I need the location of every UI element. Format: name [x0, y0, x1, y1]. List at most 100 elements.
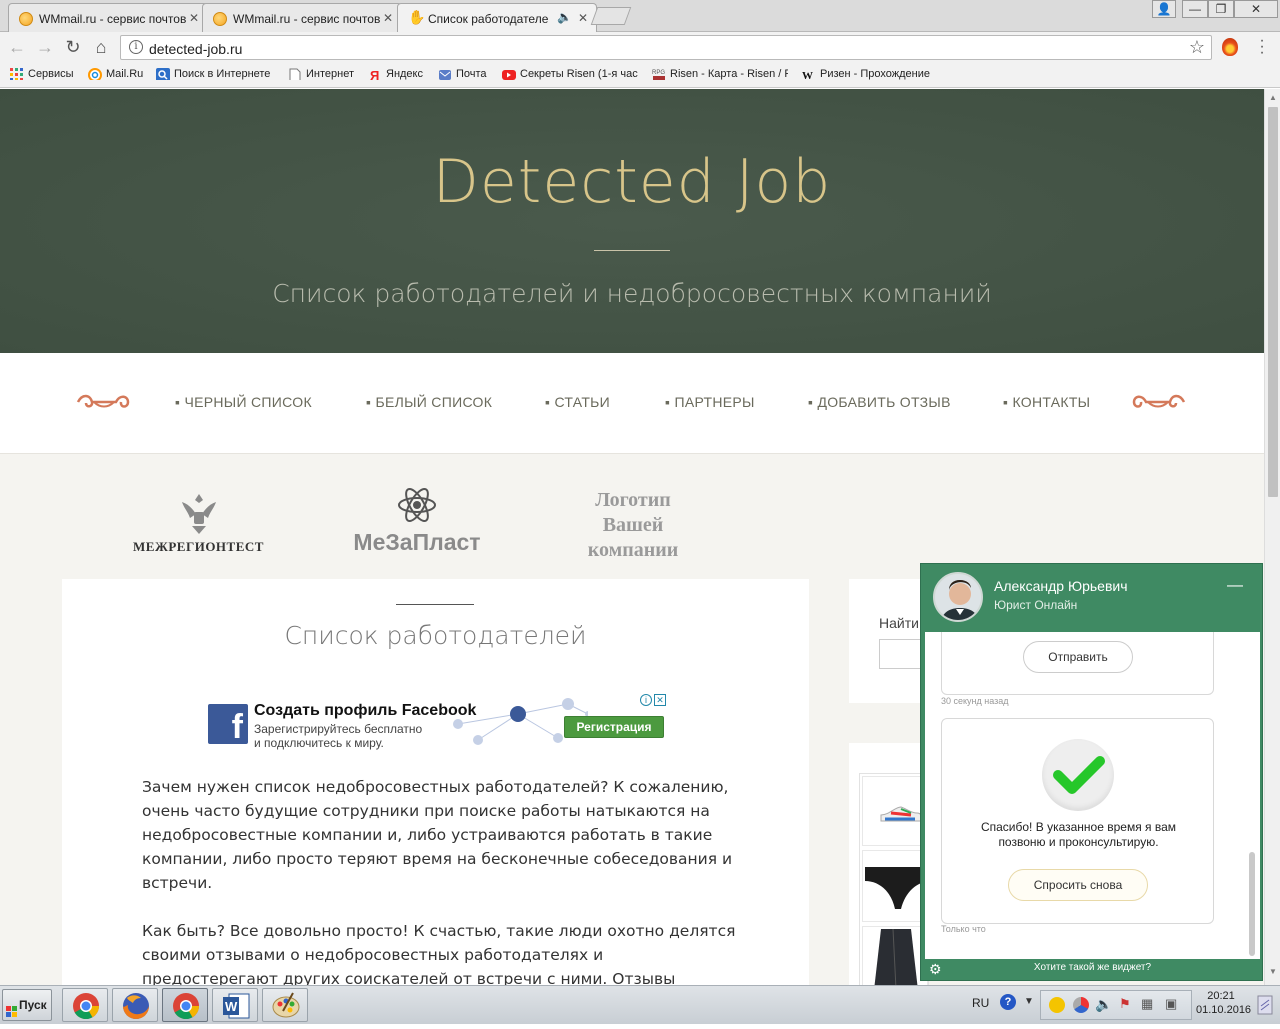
chrome-taskbar-button[interactable]	[62, 988, 108, 1022]
paint-taskbar-button[interactable]	[262, 988, 308, 1022]
tray-expand-icon[interactable]: ▼	[1024, 996, 1034, 1007]
extension-flame-icon[interactable]	[1222, 38, 1238, 56]
home-icon[interactable]: ⌂	[90, 36, 112, 58]
nav-articles[interactable]: ▪ СТАТЬИ	[545, 394, 610, 410]
help-icon[interactable]: ?	[1000, 994, 1016, 1010]
content-card: Список работодателей f Создать профиль F…	[62, 579, 809, 985]
ad-products	[859, 773, 929, 985]
bookmark-internet[interactable]: Интернет	[288, 68, 358, 80]
chrome-icon	[73, 993, 100, 1020]
ad-close-icon[interactable]: ✕	[654, 694, 666, 706]
nav-white-list[interactable]: ▪ БЕЛЫЙ СПИСОК	[366, 394, 492, 410]
scroll-down-icon[interactable]: ▼	[1269, 967, 1277, 976]
bookmark-services[interactable]: Сервисы	[10, 68, 80, 80]
page-icon	[288, 68, 302, 80]
word-taskbar-button[interactable]: W	[212, 988, 258, 1022]
partner-name: МеЗаПласт	[353, 529, 481, 555]
apps-grid-icon	[10, 68, 24, 80]
mailru-icon	[88, 68, 102, 80]
ask-again-button[interactable]: Спросить снова	[1008, 869, 1148, 901]
window-close-icon[interactable]: ✕	[1234, 0, 1278, 18]
mail-icon	[438, 68, 452, 80]
language-indicator[interactable]: RU	[972, 996, 989, 1010]
network-icon[interactable]: ▦	[1141, 996, 1153, 1012]
clock[interactable]: 20:21 01.10.2016	[1196, 989, 1251, 1017]
bookmark-risen-walkthrough[interactable]: W Ризен - Прохождение	[802, 68, 938, 80]
svg-text:W: W	[802, 70, 813, 80]
nav-black-list[interactable]: ▪ ЧЕРНЫЙ СПИСОК	[175, 394, 312, 410]
bookmark-search[interactable]: Поиск в Интернете	[156, 68, 278, 80]
nav-add-review[interactable]: ▪ ДОБАВИТЬ ОТЗЫВ	[808, 394, 951, 410]
chat-scrollbar[interactable]	[1249, 852, 1255, 956]
tray-sync-icon[interactable]	[1073, 997, 1089, 1013]
chat-messages: Отправить 30 секунд назад Спасибо! В ука…	[925, 632, 1260, 959]
reload-icon[interactable]: ↻	[62, 36, 84, 58]
bookmark-mail[interactable]: Почта	[438, 68, 494, 80]
minimize-icon[interactable]: —	[1182, 0, 1208, 18]
tab-wmmail-1[interactable]: WMmail.ru - сервис почтов ✕	[8, 3, 208, 32]
chrome-icon	[173, 993, 200, 1020]
menu-icon[interactable]: · · ·	[1258, 33, 1266, 61]
tab-wmmail-2[interactable]: WMmail.ru - сервис почтов ✕	[202, 3, 402, 32]
widget-promo-link[interactable]: Хотите такой же виджет?	[921, 962, 1264, 973]
forward-icon[interactable]: →	[34, 36, 56, 58]
network-warning-icon[interactable]: ⚑	[1119, 996, 1131, 1012]
tray-app-icon[interactable]	[1049, 997, 1065, 1013]
rpg-icon: RPG	[652, 68, 666, 80]
nav-partners[interactable]: ▪ ПАРТНЕРЫ	[665, 394, 755, 410]
clothing-ad[interactable]	[862, 926, 928, 985]
ad-register-button[interactable]: Регистрация	[564, 716, 664, 738]
address-bar[interactable]: i detected-job.ru ☆	[120, 35, 1212, 60]
info-icon[interactable]: i	[129, 40, 143, 54]
facebook-ad[interactable]: f Создать профиль Facebook Зарегистрируй…	[208, 694, 670, 750]
firefox-taskbar-button[interactable]	[112, 988, 158, 1022]
new-tab-button[interactable]	[590, 7, 632, 25]
browser-toolbar: ← → ↻ ⌂ i detected-job.ru ☆ · · ·	[0, 32, 1280, 62]
bookmark-star-icon[interactable]: ☆	[1189, 37, 1205, 58]
profile-icon[interactable]: 👤	[1152, 0, 1176, 18]
bookmarks-bar: Сервисы Mail.Ru Поиск в Интернете Интерн…	[0, 62, 1280, 88]
speaker-icon[interactable]: 🔈	[557, 10, 572, 24]
facebook-logo-icon: f	[208, 704, 248, 746]
bookmark-risen-secrets[interactable]: Секреты Risen (1-я час	[502, 68, 638, 80]
tab-close-icon[interactable]: ✕	[578, 11, 588, 25]
partner-mezaplast[interactable]: МеЗаПласт	[340, 484, 494, 560]
svg-text:Я: Я	[370, 68, 379, 80]
url-text[interactable]: detected-job.ru	[149, 41, 242, 57]
paint-palette-icon	[272, 992, 300, 1018]
search-widget: Найти	[849, 579, 939, 703]
search-icon	[156, 68, 170, 80]
adchoices-icon[interactable]: i	[640, 694, 652, 706]
partner-placeholder[interactable]: Логотип Вашей компании	[566, 488, 700, 564]
tab-close-icon[interactable]: ✕	[383, 11, 393, 25]
bookmark-risen-map[interactable]: RPG Risen - Карта - Risen / F	[652, 68, 788, 80]
svg-text:W: W	[225, 999, 238, 1014]
tab-detected-job[interactable]: ✋ Список работодателе 🔈 ✕	[397, 3, 597, 33]
underwear-ad[interactable]	[862, 850, 929, 922]
minimize-chat-button[interactable]: —	[1227, 578, 1243, 594]
chrome-active-taskbar-button[interactable]	[162, 988, 208, 1022]
wp-icon: W	[802, 68, 816, 80]
back-icon[interactable]: ←	[6, 36, 28, 58]
restore-icon[interactable]: ❐	[1208, 0, 1234, 18]
atom-icon	[398, 488, 436, 522]
tab-close-icon[interactable]: ✕	[189, 11, 199, 25]
start-button[interactable]: Пуск	[2, 989, 52, 1021]
volume-icon[interactable]: 🔈	[1095, 996, 1112, 1013]
page-heading: Список работодателей	[284, 621, 587, 650]
site-title[interactable]: Detected Job	[0, 147, 1264, 217]
bookmark-yandex[interactable]: Я Яндекс	[368, 68, 428, 80]
power-icon[interactable]: ▣	[1165, 996, 1177, 1012]
page-scrollbar[interactable]: ▲ ▼	[1264, 89, 1280, 985]
scrollbar-thumb[interactable]	[1268, 107, 1278, 497]
site-header: Detected Job Список работодателей и недо…	[0, 89, 1264, 353]
show-desktop-icon[interactable]	[1256, 994, 1274, 1016]
send-button[interactable]: Отправить	[1023, 641, 1133, 673]
sneaker-ad[interactable]	[862, 776, 928, 846]
scroll-up-icon[interactable]: ▲	[1269, 93, 1277, 102]
bookmark-mailru[interactable]: Mail.Ru	[88, 68, 148, 80]
windows-taskbar: Пуск W RU ? ▼ 🔈 ⚑ ▦ ▣ 20:21 01.10.2016	[0, 985, 1280, 1024]
wmmail-favicon-icon	[19, 12, 33, 26]
partner-mezhregiontest[interactable]: МЕЖРЕГИОНТЕСТ	[126, 490, 271, 560]
nav-contacts[interactable]: ▪ КОНТАКТЫ	[1003, 394, 1090, 410]
